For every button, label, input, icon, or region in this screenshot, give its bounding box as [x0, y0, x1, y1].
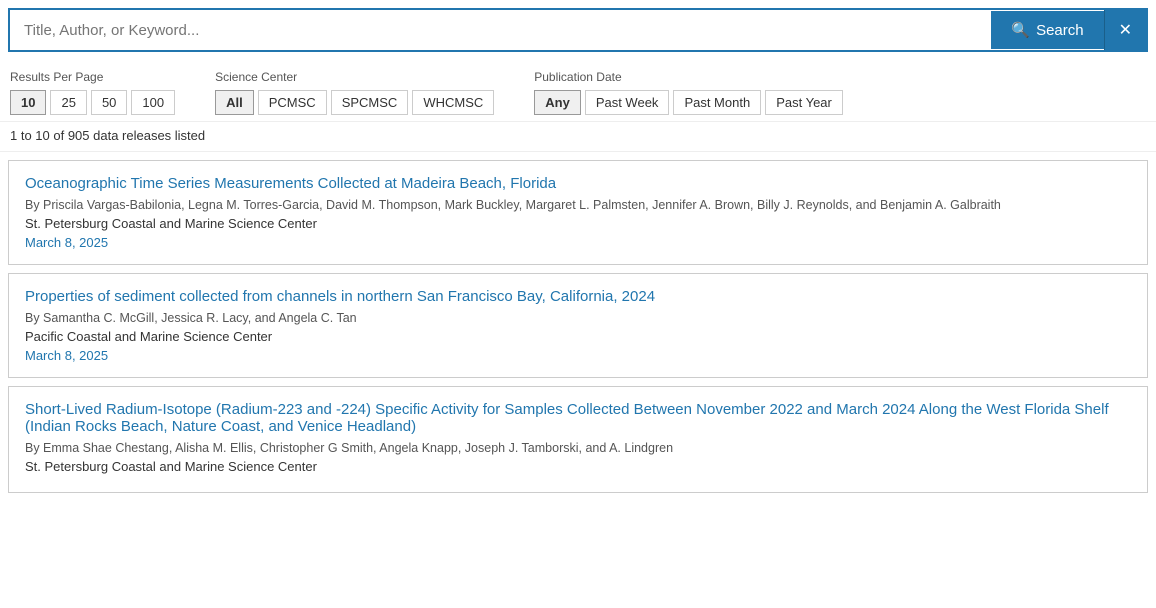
- publication-date-buttons: Any Past Week Past Month Past Year: [534, 90, 843, 115]
- close-icon: ✕: [1119, 22, 1132, 39]
- result-date: March 8, 2025: [25, 348, 1131, 363]
- result-center: Pacific Coastal and Marine Science Cente…: [25, 329, 1131, 344]
- result-card: Short-Lived Radium-Isotope (Radium-223 a…: [8, 386, 1148, 493]
- result-date: March 8, 2025: [25, 235, 1131, 250]
- publication-date-group: Publication Date Any Past Week Past Mont…: [534, 70, 843, 115]
- result-authors: By Priscila Vargas-Babilonia, Legna M. T…: [25, 198, 1131, 212]
- search-button[interactable]: 🔍 Search: [991, 11, 1103, 49]
- pd-pastyear-button[interactable]: Past Year: [765, 90, 843, 115]
- search-input[interactable]: [10, 12, 991, 49]
- rpp-100-button[interactable]: 100: [131, 90, 175, 115]
- pd-pastmonth-button[interactable]: Past Month: [673, 90, 761, 115]
- rpp-25-button[interactable]: 25: [50, 90, 86, 115]
- science-center-label: Science Center: [215, 70, 494, 84]
- sc-whcmsc-button[interactable]: WHCMSC: [412, 90, 494, 115]
- results-per-page-label: Results Per Page: [10, 70, 175, 84]
- pd-pastweek-button[interactable]: Past Week: [585, 90, 670, 115]
- result-title[interactable]: Short-Lived Radium-Isotope (Radium-223 a…: [25, 401, 1131, 435]
- science-center-group: Science Center All PCMSC SPCMSC WHCMSC: [215, 70, 494, 115]
- clear-button[interactable]: ✕: [1104, 10, 1146, 50]
- result-title[interactable]: Oceanographic Time Series Measurements C…: [25, 175, 1131, 192]
- search-button-label: Search: [1036, 22, 1084, 39]
- result-title[interactable]: Properties of sediment collected from ch…: [25, 288, 1131, 305]
- search-icon: 🔍: [1011, 21, 1030, 39]
- result-center: St. Petersburg Coastal and Marine Scienc…: [25, 216, 1131, 231]
- filters-area: Results Per Page 10 25 50 100 Science Ce…: [0, 60, 1156, 121]
- result-center: St. Petersburg Coastal and Marine Scienc…: [25, 459, 1131, 474]
- results-per-page-group: Results Per Page 10 25 50 100: [10, 70, 175, 115]
- results-per-page-buttons: 10 25 50 100: [10, 90, 175, 115]
- result-authors: By Samantha C. McGill, Jessica R. Lacy, …: [25, 311, 1131, 325]
- pd-any-button[interactable]: Any: [534, 90, 581, 115]
- science-center-buttons: All PCMSC SPCMSC WHCMSC: [215, 90, 494, 115]
- results-list: Oceanographic Time Series Measurements C…: [0, 160, 1156, 493]
- result-authors: By Emma Shae Chestang, Alisha M. Ellis, …: [25, 441, 1131, 455]
- sc-spcmsc-button[interactable]: SPCMSC: [331, 90, 409, 115]
- rpp-10-button[interactable]: 10: [10, 90, 46, 115]
- publication-date-label: Publication Date: [534, 70, 843, 84]
- sc-pcmsc-button[interactable]: PCMSC: [258, 90, 327, 115]
- results-count: 1 to 10 of 905 data releases listed: [0, 121, 1156, 152]
- result-card: Properties of sediment collected from ch…: [8, 273, 1148, 378]
- search-bar: 🔍 Search ✕: [8, 8, 1148, 52]
- result-card: Oceanographic Time Series Measurements C…: [8, 160, 1148, 265]
- sc-all-button[interactable]: All: [215, 90, 254, 115]
- rpp-50-button[interactable]: 50: [91, 90, 127, 115]
